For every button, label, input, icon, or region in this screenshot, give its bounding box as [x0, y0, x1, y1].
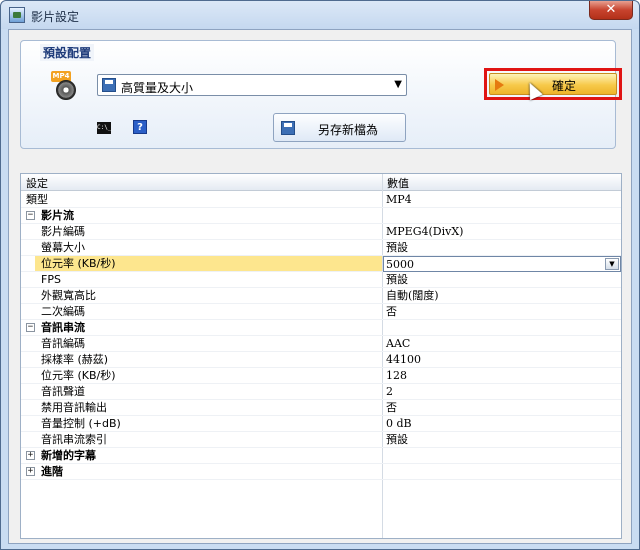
expand-icon[interactable]: + — [26, 451, 35, 460]
grid-property-row[interactable]: 二次編碼 否 — [21, 304, 621, 320]
property-name: 類型 — [26, 193, 48, 206]
video-settings-window: 影片設定 ✕ 預設配置 MP4 高質量及大小 ▼ C:\_ ? 另存新檔為 確定… — [0, 0, 640, 550]
category-label: 新增的字幕 — [41, 449, 96, 462]
column-header-setting[interactable]: 設定 — [26, 175, 48, 191]
property-name: 影片編碼 — [41, 225, 85, 238]
app-icon — [9, 7, 25, 23]
film-reel-icon — [56, 80, 76, 100]
grid-property-row[interactable]: 外觀寬高比 自動(闊度) — [21, 288, 621, 304]
value-edit-combobox[interactable]: ▼ — [383, 256, 621, 272]
property-name: 音量控制 (+dB) — [41, 417, 121, 430]
property-value: 44100 — [386, 353, 421, 366]
collapse-icon[interactable]: − — [26, 323, 35, 332]
grid-property-row[interactable]: 螢幕大小 預設 — [21, 240, 621, 256]
ok-button[interactable]: 確定 — [489, 73, 617, 101]
preset-dropdown[interactable]: 高質量及大小 ▼ — [97, 74, 407, 96]
arrow-right-icon — [495, 79, 504, 91]
floppy-icon — [102, 78, 116, 92]
property-name: 禁用音訊輸出 — [41, 401, 107, 414]
property-name: 二次編碼 — [41, 305, 85, 318]
chevron-down-icon[interactable]: ▼ — [605, 258, 619, 270]
property-value: 自動(闊度) — [386, 289, 439, 302]
grid-category-row[interactable]: − 音訊串流 — [21, 320, 621, 336]
property-name: 音訊聲道 — [41, 385, 85, 398]
grid-property-row[interactable]: 音量控制 (+dB) 0 dB — [21, 416, 621, 432]
property-value: 0 dB — [386, 417, 412, 430]
grid-header: 設定 數值 — [21, 174, 621, 191]
property-value: 否 — [386, 401, 397, 414]
grid-property-row[interactable]: 音訊串流索引 預設 — [21, 432, 621, 448]
grid-property-row[interactable]: 禁用音訊輸出 否 — [21, 400, 621, 416]
grid-category-row[interactable]: + 進階 — [21, 464, 621, 480]
property-name: 位元率 (KB/秒) — [41, 369, 116, 382]
save-as-button[interactable]: 另存新檔為 — [273, 113, 406, 142]
grid-property-row[interactable]: 位元率 (KB/秒) ▼ — [21, 256, 621, 272]
preset-selected-value: 高質量及大小 — [121, 81, 194, 95]
window-title: 影片設定 — [31, 10, 80, 24]
dialog-content: 預設配置 MP4 高質量及大小 ▼ C:\_ ? 另存新檔為 確定 設定 數值 … — [8, 29, 632, 544]
property-value: 預設 — [386, 433, 408, 446]
grid-property-row[interactable]: 音訊編碼 AAC — [21, 336, 621, 352]
mp4-format-icon: MP4 — [51, 71, 79, 101]
property-name: FPS — [41, 273, 61, 286]
preset-groupbox: 預設配置 MP4 高質量及大小 ▼ C:\_ ? 另存新檔為 確定 — [20, 40, 622, 149]
close-button[interactable]: ✕ — [589, 1, 633, 20]
floppy-icon — [281, 121, 295, 135]
value-edit-input[interactable] — [386, 257, 596, 271]
property-name: 音訊編碼 — [41, 337, 85, 350]
property-value: 2 — [386, 385, 393, 398]
grid-property-row[interactable]: 採樣率 (赫茲) 44100 — [21, 352, 621, 368]
property-value: 128 — [386, 369, 407, 382]
expand-icon[interactable]: + — [26, 467, 35, 476]
property-name: 位元率 (KB/秒) — [41, 257, 116, 270]
grid-property-row[interactable]: 類型 MP4 — [21, 192, 621, 208]
title-bar[interactable]: 影片設定 ✕ — [1, 1, 639, 29]
settings-property-grid: 設定 數值 類型 MP4− 影片流 影片編碼 MPEG4(DivX) 螢幕大小 預設 位元率 … — [20, 173, 622, 539]
mouse-cursor-icon — [523, 79, 543, 101]
property-value: MP4 — [386, 193, 412, 206]
property-name: 採樣率 (赫茲) — [41, 353, 109, 366]
property-value: 預設 — [386, 241, 408, 254]
grid-property-row[interactable]: 音訊聲道 2 — [21, 384, 621, 400]
chevron-down-icon: ▼ — [394, 79, 402, 90]
property-value: 否 — [386, 305, 397, 318]
property-value: 預設 — [386, 273, 408, 286]
category-label: 進階 — [41, 465, 63, 478]
grid-property-row[interactable]: 位元率 (KB/秒) 128 — [21, 368, 621, 384]
property-value: AAC — [386, 337, 411, 350]
property-value: MPEG4(DivX) — [386, 225, 464, 238]
help-icon[interactable]: ? — [133, 120, 147, 134]
category-label: 音訊串流 — [41, 321, 85, 334]
column-header-value[interactable]: 數值 — [387, 175, 409, 191]
property-name: 音訊串流索引 — [41, 433, 107, 446]
grid-category-row[interactable]: − 影片流 — [21, 208, 621, 224]
grid-category-row[interactable]: + 新增的字幕 — [21, 448, 621, 464]
property-name: 螢幕大小 — [41, 241, 85, 254]
save-as-label: 另存新檔為 — [318, 123, 379, 137]
property-name: 外觀寬高比 — [41, 289, 96, 302]
grid-property-row[interactable]: FPS 預設 — [21, 272, 621, 288]
category-label: 影片流 — [41, 209, 74, 222]
ok-button-highlight: 確定 — [484, 68, 622, 101]
collapse-icon[interactable]: − — [26, 211, 35, 220]
grid-property-row[interactable]: 影片編碼 MPEG4(DivX) — [21, 224, 621, 240]
command-prompt-icon[interactable]: C:\_ — [97, 122, 111, 134]
preset-legend: 預設配置 — [40, 44, 95, 61]
ok-label: 確定 — [552, 79, 577, 93]
